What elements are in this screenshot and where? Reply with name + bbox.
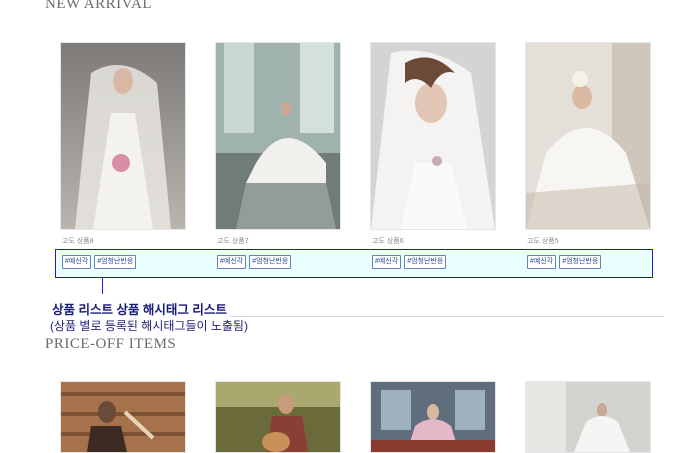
section-divider xyxy=(230,316,664,317)
product-image[interactable] xyxy=(525,42,651,230)
product-image[interactable] xyxy=(370,42,496,230)
product-hashtag-list: #예신각 #엄청난반응 xyxy=(527,255,602,269)
hashtag[interactable]: #예신각 xyxy=(372,255,402,269)
price-off-title: PRICE-OFF ITEMS xyxy=(45,336,177,352)
hashtag[interactable]: #엄청난반응 xyxy=(249,255,292,269)
product-image[interactable] xyxy=(525,381,651,453)
hashtag[interactable]: #엄청난반응 xyxy=(559,255,602,269)
product-hashtag-list: #예신각 #엄청난반응 xyxy=(217,255,292,269)
annotation-title: 상품 리스트 상품 해시태그 리스트 xyxy=(52,303,227,317)
hashtag[interactable]: #엄청난반응 xyxy=(94,255,137,269)
product-name[interactable]: 고도 상품5 xyxy=(527,236,559,246)
product-image[interactable] xyxy=(215,42,341,230)
hashtag[interactable]: #엄청난반응 xyxy=(404,255,447,269)
product-name[interactable]: 고도 상품8 xyxy=(62,236,94,246)
hashtag[interactable]: #예신각 xyxy=(527,255,557,269)
annotation-subtitle: (상품 별로 등록된 해시태그들이 노출됨) xyxy=(50,319,248,333)
annotation-pointer-line xyxy=(102,278,103,294)
hashtag[interactable]: #예신각 xyxy=(62,255,92,269)
new-arrival-title: NEW ARRIVAL xyxy=(45,0,153,12)
product-name[interactable]: 고도 상품6 xyxy=(372,236,404,246)
product-image[interactable] xyxy=(60,42,186,230)
hashtag[interactable]: #예신각 xyxy=(217,255,247,269)
product-hashtag-list: #예신각 #엄청난반응 xyxy=(62,255,137,269)
product-hashtag-list: #예신각 #엄청난반응 xyxy=(372,255,447,269)
product-image[interactable] xyxy=(60,381,186,453)
product-image[interactable] xyxy=(215,381,341,453)
product-name[interactable]: 고도 상품7 xyxy=(217,236,249,246)
product-image[interactable] xyxy=(370,381,496,453)
